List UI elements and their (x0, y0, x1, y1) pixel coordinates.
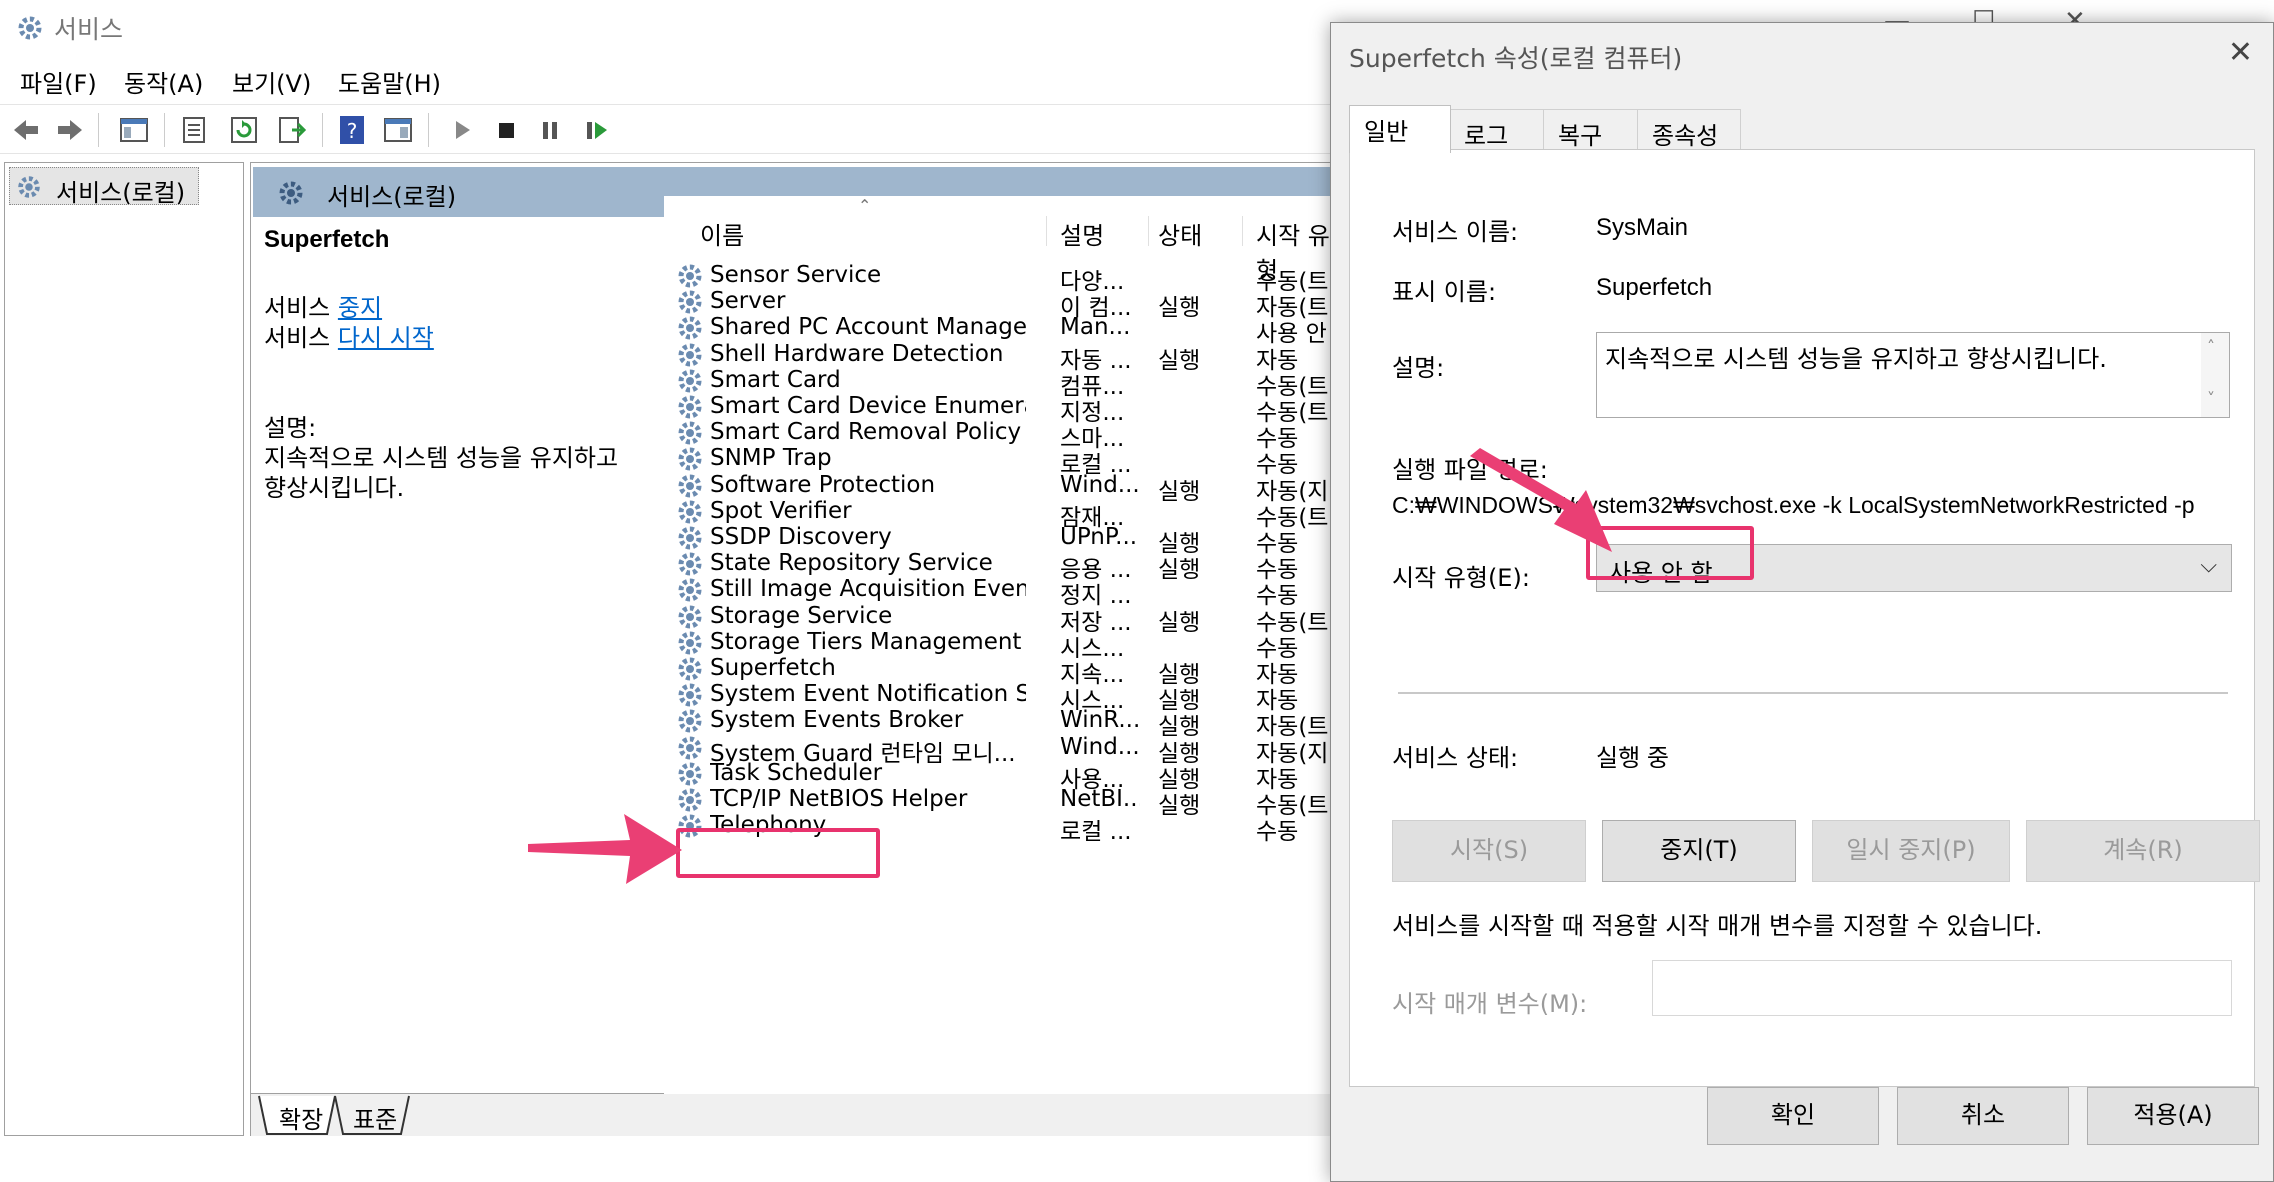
tab-standard[interactable]: 표준 (343, 1096, 407, 1134)
startup-type-label: 시작 유형(E): (1392, 564, 1530, 592)
dialog-title: Superfetch 속성(로컬 컴퓨터) (1349, 44, 1683, 73)
menu-help[interactable]: 도움말(H) (338, 64, 441, 99)
play-icon[interactable] (446, 114, 478, 146)
stop-button[interactable]: 중지(T) (1602, 820, 1796, 882)
superfetch-highlight-box (676, 828, 880, 878)
display-name-value: Superfetch (1596, 274, 1713, 301)
export-list-icon[interactable] (276, 114, 308, 146)
description-text: 지속적으로 시스템 성능을 유지하고 향상시킵니다. (1605, 345, 2107, 373)
description-label: 설명: (1392, 354, 1445, 382)
description-textbox[interactable]: 지속적으로 시스템 성능을 유지하고 향상시킵니다. ˄ ˅ (1596, 332, 2230, 418)
tree-item-label: 서비스(로컬) (56, 179, 186, 207)
menu-action[interactable]: 동작(A) (124, 64, 203, 99)
svg-text:?: ? (347, 119, 358, 143)
service-status-label: 서비스 상태: (1392, 744, 1519, 772)
display-name-label: 표시 이름: (1392, 278, 1497, 306)
properties-icon[interactable] (178, 114, 210, 146)
service-description-cell: 로컬 ... (1060, 819, 1132, 846)
selected-service-name: Superfetch (264, 226, 390, 253)
start-params-note: 서비스를 시작할 때 적용할 시작 매개 변수를 지정할 수 있습니다. (1392, 912, 2043, 940)
tree-item-services-local[interactable]: 서비스(로컬) (9, 167, 199, 207)
action-prefix: 서비스 (264, 324, 331, 352)
sort-ascending-icon: ⌃ (858, 196, 872, 215)
restart-action-line: 서비스 다시 시작 (264, 318, 434, 353)
general-tab-panel: 서비스 이름: SysMain 표시 이름: Superfetch 설명: 지속… (1349, 149, 2260, 1087)
view-tabs: 확장 표준 (250, 1094, 1340, 1136)
gear-icon (18, 16, 42, 40)
arrow-to-superfetch-icon (528, 814, 682, 884)
properties-dialog: Superfetch 속성(로컬 컴퓨터) ✕ 일반 로그온 복구 종속성 서비… (1330, 22, 2274, 1182)
forward-icon[interactable] (54, 114, 86, 146)
gear-icon (18, 176, 40, 198)
refresh-icon[interactable] (228, 114, 260, 146)
service-status-value: 실행 중 (1596, 745, 1669, 772)
start-params-input[interactable] (1652, 960, 2232, 1016)
tab-dependencies[interactable]: 종속성 (1637, 109, 1741, 151)
start-button[interactable]: 시작(S) (1392, 820, 1586, 882)
arrow-to-startup-type-icon (1470, 448, 1612, 552)
column-description[interactable]: 설명 (1060, 216, 1104, 251)
tab-extended[interactable]: 확장 (269, 1096, 333, 1134)
close-icon[interactable]: ✕ (2228, 35, 2253, 70)
column-name[interactable]: 이름 (700, 216, 744, 251)
restart-service-link[interactable]: 다시 시작 (338, 324, 434, 352)
help-icon[interactable]: ? (336, 114, 368, 146)
service-name-value: SysMain (1596, 214, 1689, 241)
scroll-down-icon[interactable]: ˅ (2207, 389, 2215, 408)
chevron-down-icon: ⌵ (2200, 553, 2217, 578)
back-icon[interactable] (10, 114, 42, 146)
scroll-up-icon[interactable]: ˄ (2207, 337, 2215, 356)
tab-general[interactable]: 일반 (1349, 105, 1451, 153)
service-list: 이름 ⌃ 설명 상태 시작 유형 Sensor Service 다양... 수동(트… (664, 196, 1344, 1094)
description-line-2: 향상시킵니다. (264, 474, 405, 502)
ok-button[interactable]: 확인 (1707, 1087, 1879, 1145)
restart-icon[interactable] (580, 114, 612, 146)
menu-view[interactable]: 보기(V) (232, 64, 311, 99)
dialog-tabs: 일반 로그온 복구 종속성 (1349, 105, 2249, 185)
show-action-pane-icon[interactable] (382, 114, 414, 146)
cancel-button[interactable]: 취소 (1897, 1087, 2069, 1145)
column-status[interactable]: 상태 (1158, 216, 1202, 251)
tab-logon[interactable]: 로그온 (1449, 109, 1545, 185)
menu-file[interactable]: 파일(F) (20, 64, 97, 99)
console-tree: 서비스(로컬) (4, 162, 244, 1136)
service-name-label: 서비스 이름: (1392, 218, 1519, 246)
pane-title: 서비스(로컬) (327, 183, 457, 211)
tab-recovery[interactable]: 복구 (1543, 109, 1639, 151)
list-header: 이름 ⌃ 설명 상태 시작 유형 (674, 196, 1344, 285)
divider (1398, 692, 2228, 694)
pause-button[interactable]: 일시 중지(P) (1812, 820, 2010, 882)
pause-icon[interactable] (534, 114, 566, 146)
start-params-label: 시작 매개 변수(M): (1392, 990, 1588, 1018)
gear-icon (279, 181, 303, 205)
apply-button[interactable]: 적용(A) (2087, 1087, 2259, 1145)
resume-button[interactable]: 계속(R) (2026, 820, 2260, 882)
show-hide-console-tree-icon[interactable] (118, 114, 150, 146)
window-title: 서비스 (54, 15, 124, 44)
stop-icon[interactable] (490, 114, 522, 146)
description-scrollbar[interactable]: ˄ ˅ (2201, 333, 2229, 417)
